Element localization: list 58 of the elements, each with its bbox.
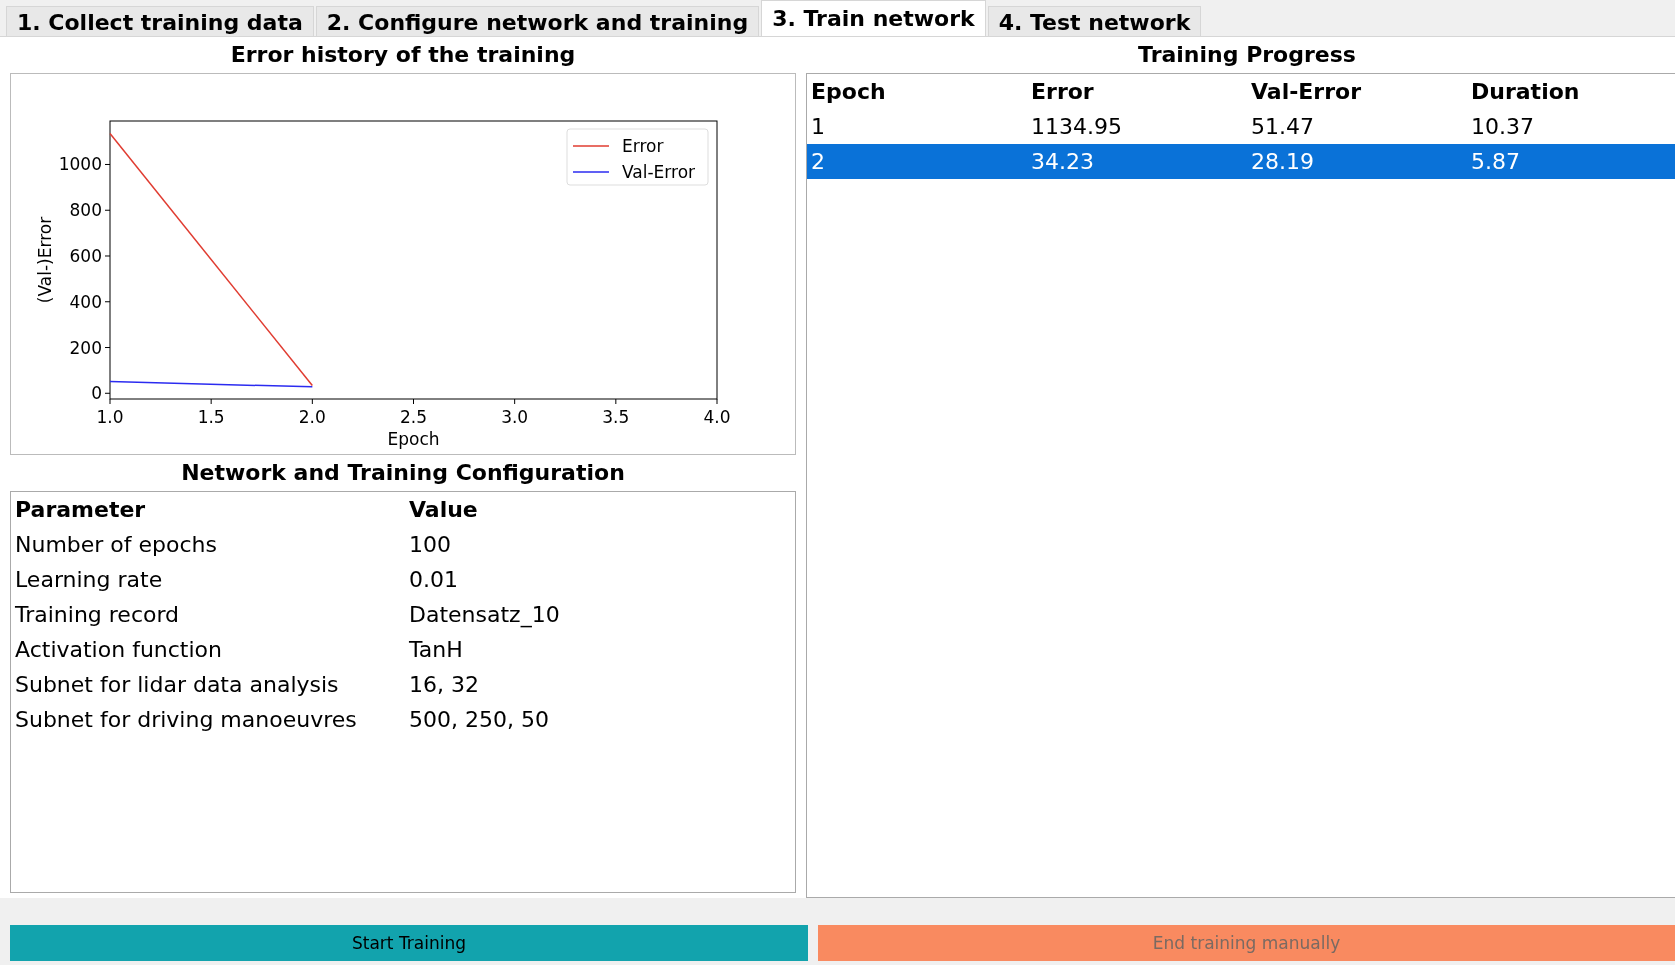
y-tick-label: 800 bbox=[69, 200, 102, 221]
x-tick bbox=[716, 398, 718, 405]
chart-title: Error history of the training bbox=[230, 41, 576, 69]
column-header: Val-Error bbox=[1250, 79, 1363, 104]
x-tick-label: 3.5 bbox=[602, 407, 630, 427]
table-cell-text: Subnet for driving manoeuvres bbox=[14, 707, 358, 732]
table-cell-text: Training record bbox=[14, 602, 181, 627]
section-title: Training Progress bbox=[1138, 41, 1356, 69]
y-axis-label: (Val-)Error bbox=[35, 216, 55, 304]
x-tick-label: 2.5 bbox=[400, 407, 427, 427]
x-tick-label: 4.0 bbox=[703, 407, 731, 427]
table-cell-text: Learning rate bbox=[14, 567, 164, 592]
tab[interactable]: 2. Configure network and training bbox=[315, 6, 760, 36]
legend-label: Val-Error bbox=[622, 162, 696, 182]
table-cell-text: Subnet for lidar data analysis bbox=[14, 672, 340, 697]
y-tick-label: 0 bbox=[91, 383, 102, 404]
tab[interactable]: 4. Test network bbox=[987, 6, 1202, 36]
tab[interactable]: 3. Train network bbox=[761, 0, 986, 36]
y-tick-label: 400 bbox=[69, 291, 102, 312]
table-cell-text: 500, 250, 50 bbox=[408, 707, 550, 732]
table-cell-text: Datensatz_10 bbox=[408, 602, 561, 627]
x-axis-label: Epoch bbox=[387, 429, 440, 449]
y-tick bbox=[104, 392, 111, 394]
column-header: Parameter bbox=[14, 497, 147, 522]
y-tick-label: 1000 bbox=[58, 154, 102, 175]
x-tick-label: 3.0 bbox=[501, 407, 529, 427]
y-tick-label: 200 bbox=[69, 337, 102, 358]
table-row[interactable]: 2 34.23 28.19 5.87 bbox=[807, 144, 1675, 179]
table-cell-text: TanH bbox=[408, 637, 464, 662]
y-tick bbox=[104, 255, 111, 257]
table-cell-text: Activation function bbox=[14, 637, 223, 662]
table-cell-text: 16, 32 bbox=[408, 672, 480, 697]
table-cell-text: Number of epochs bbox=[14, 532, 219, 557]
column-header: Epoch bbox=[810, 79, 887, 104]
x-tick bbox=[514, 398, 516, 405]
x-tick-label: 1.5 bbox=[197, 407, 225, 427]
column-header: Error bbox=[1030, 79, 1095, 104]
x-tick bbox=[311, 398, 313, 405]
table-cell-text: 0.01 bbox=[408, 567, 459, 592]
x-tick bbox=[210, 398, 212, 405]
x-tick bbox=[615, 398, 617, 405]
y-tick bbox=[104, 209, 111, 211]
x-tick-label: 2.0 bbox=[298, 407, 326, 427]
y-tick-label: 600 bbox=[69, 246, 102, 266]
x-tick bbox=[109, 398, 111, 405]
column-header: Value bbox=[408, 497, 479, 522]
table-row[interactable]: 1 1134.95 51.47 10.37 bbox=[807, 109, 1675, 144]
legend-label: Error bbox=[622, 136, 664, 156]
x-tick-label: 1.0 bbox=[96, 407, 124, 427]
y-tick bbox=[104, 347, 111, 348]
column-header: Duration bbox=[1470, 79, 1581, 104]
y-tick bbox=[104, 301, 111, 303]
y-tick bbox=[104, 163, 111, 165]
tab[interactable]: 1. Collect training data bbox=[6, 6, 314, 36]
action-button[interactable]: Start Training bbox=[10, 925, 808, 961]
table-cell-text: 100 bbox=[408, 532, 452, 557]
x-tick bbox=[413, 398, 414, 405]
section-title: Network and Training Configuration bbox=[181, 459, 625, 487]
